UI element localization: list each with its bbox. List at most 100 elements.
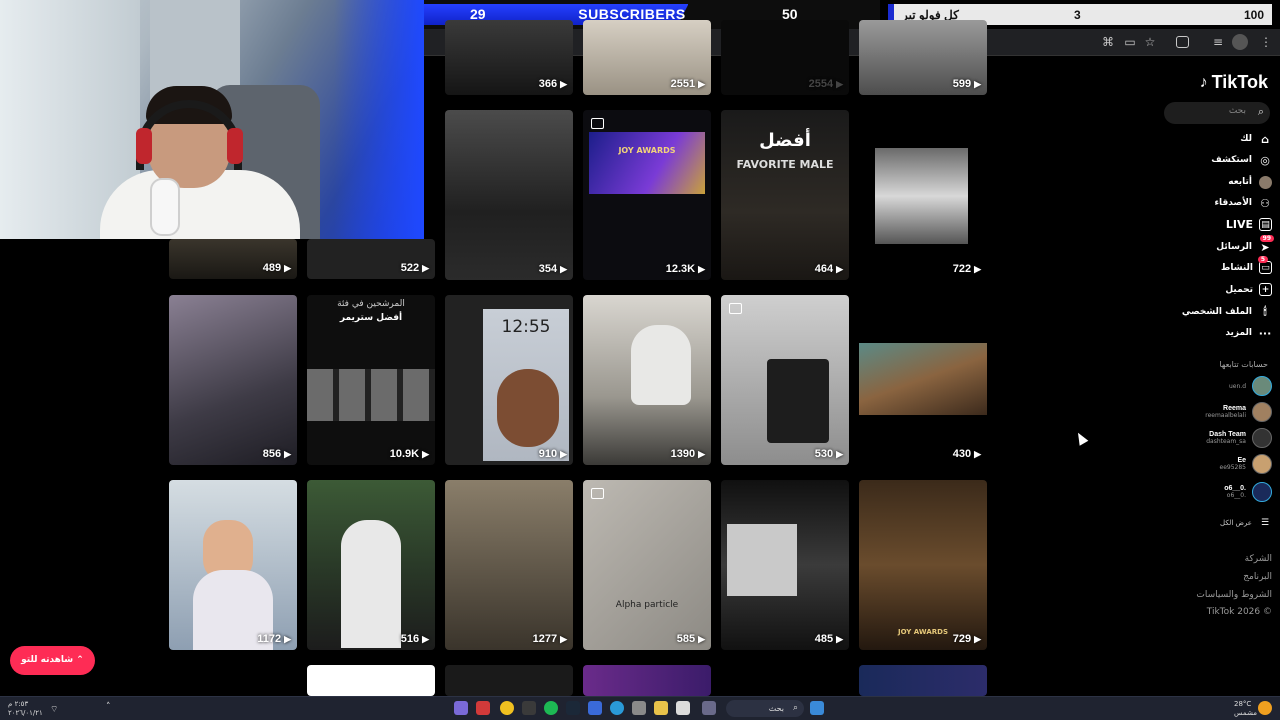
steam-icon[interactable] <box>566 701 580 715</box>
activity-badge: 5 <box>1257 256 1268 263</box>
view-count: 2554 ▶ <box>808 78 843 90</box>
video-tile[interactable]: 2554 ▶ <box>721 20 849 95</box>
taskbar-search[interactable]: بحث ⌕ <box>726 700 804 717</box>
view-count: 464 ▶ <box>814 263 843 275</box>
video-tile[interactable]: 599 ▶ <box>859 20 987 95</box>
profile-avatar-icon[interactable] <box>1232 34 1248 50</box>
windows-taskbar: ٢:٥٣ م ٢٠٢٦/٠١/٢١ ⌔ ˄ بحث ⌕ 28°C مشمس <box>0 696 1280 720</box>
app-icon[interactable] <box>454 701 468 715</box>
cast-icon[interactable]: ▭ <box>1122 34 1138 50</box>
nav-messages[interactable]: الرسائل ➤ 99 <box>1216 235 1274 254</box>
video-tile[interactable]: Alpha particle 585 ▶ <box>583 480 711 650</box>
video-tile[interactable] <box>859 665 987 696</box>
video-tile[interactable]: 530 ▶ <box>721 295 849 465</box>
video-tile[interactable]: 1390 ▶ <box>583 295 711 465</box>
app-icon[interactable] <box>702 701 716 715</box>
footer-company[interactable]: الشركة <box>1245 554 1272 564</box>
video-tile[interactable]: 856 ▶ <box>169 295 297 465</box>
avatar <box>1252 428 1272 448</box>
following-account[interactable]: Ee ee95285 <box>1220 452 1272 476</box>
following-account[interactable]: o6__0. o6__0. <box>1224 480 1272 504</box>
video-tile[interactable]: JOY AWARDS 729 ▶ <box>859 480 987 650</box>
nav-explore[interactable]: استكشف ◎ <box>1211 153 1272 167</box>
photo-carousel-icon <box>591 118 604 129</box>
view-count: 516 ▶ <box>400 633 429 645</box>
blue-light <box>334 0 424 239</box>
following-account[interactable]: Reema reemaalbelali <box>1205 400 1272 424</box>
footer-terms[interactable]: الشروط والسياسات <box>1196 590 1272 600</box>
tiktok-logo[interactable]: ♪ TikTok <box>1200 72 1268 93</box>
taskbar-time[interactable]: ٢:٥٣ م <box>8 700 28 708</box>
video-tile[interactable]: 354 ▶ <box>445 110 573 280</box>
video-tile[interactable]: 366 ▶ <box>445 20 573 95</box>
wifi-icon[interactable]: ⌔ <box>50 704 58 715</box>
bookmark-star-icon[interactable]: ☆ <box>1142 34 1158 50</box>
following-account[interactable]: uen.d <box>1229 374 1272 398</box>
menu-kebab-icon[interactable]: ⋮ <box>1258 34 1274 50</box>
app-icon[interactable] <box>476 701 490 715</box>
nav-more[interactable]: المزيد ··· <box>1225 326 1272 340</box>
footer-program[interactable]: البرنامج <box>1243 572 1272 582</box>
video-tile[interactable] <box>583 665 711 696</box>
video-tile[interactable]: 1172 ▶ <box>169 480 297 650</box>
chrome-icon[interactable] <box>500 701 514 715</box>
video-tile[interactable]: 489 ▶ <box>169 239 297 279</box>
avatar <box>1252 402 1272 422</box>
nav-activity[interactable]: النشاط ▭ 5 <box>1221 256 1272 274</box>
home-icon: ⌂ <box>1261 132 1269 146</box>
nav-friends[interactable]: الأصدقاء ⚇ <box>1214 196 1272 210</box>
windows-start-icon[interactable] <box>810 701 824 715</box>
avatar <box>1252 454 1272 474</box>
taskbar-date[interactable]: ٢٠٢٦/٠١/٢١ <box>8 709 43 717</box>
video-tile[interactable]: المرشحين في فئة أفضل ستريمر 10.9K ▶ <box>307 295 435 465</box>
app-icon[interactable] <box>676 701 690 715</box>
nav-for-you[interactable]: لك ⌂ <box>1240 132 1272 146</box>
view-count: 1390 ▶ <box>670 448 705 460</box>
video-tile[interactable]: 522 ▶ <box>307 239 435 279</box>
spotify-icon[interactable] <box>544 701 558 715</box>
search-placeholder: بحث <box>1228 106 1246 116</box>
weather-temp[interactable]: 28°C <box>1234 700 1251 708</box>
app-icon[interactable] <box>588 701 602 715</box>
video-tile[interactable]: 1277 ▶ <box>445 480 573 650</box>
app-icon[interactable] <box>632 701 646 715</box>
weather-sun-icon[interactable] <box>1258 701 1272 715</box>
show-all-link[interactable]: عرض الكل ☰ <box>1220 516 1272 530</box>
extensions-icon[interactable] <box>1176 36 1189 48</box>
nav-following[interactable]: أتابعه <box>1228 175 1272 189</box>
reading-list-icon[interactable]: ≡ <box>1210 34 1226 50</box>
play-icon: ▶ <box>974 263 981 274</box>
search-input[interactable]: بحث ⌕ <box>1164 102 1270 124</box>
favorite-ar-caption: أفضل <box>759 130 811 151</box>
video-tile[interactable]: 12:55 910 ▶ <box>445 295 573 465</box>
nav-live[interactable]: LIVE ▤ <box>1226 218 1272 231</box>
video-tile[interactable]: 430 ▶ <box>859 295 987 465</box>
video-tile[interactable] <box>445 665 573 696</box>
video-tile[interactable]: أفضل FAVORITE MALE 464 ▶ <box>721 110 849 280</box>
edge-icon[interactable] <box>610 701 624 715</box>
video-tile[interactable]: JOY AWARDS 12.3K ▶ <box>583 110 711 280</box>
mouse-cursor-icon <box>1073 430 1089 446</box>
tray-chevron-icon[interactable]: ˄ <box>106 702 111 712</box>
video-tile[interactable]: 485 ▶ <box>721 480 849 650</box>
app-icon[interactable] <box>522 701 536 715</box>
view-count: 729 ▶ <box>952 633 981 645</box>
messages-badge: 99 <box>1259 235 1274 242</box>
nav-profile[interactable]: الملف الشخصي 🕯 <box>1182 305 1272 319</box>
friends-icon: ⚇ <box>1260 196 1270 210</box>
video-tile[interactable] <box>307 665 435 696</box>
file-explorer-icon[interactable] <box>654 701 668 715</box>
just-watched-button[interactable]: شاهدته للتو ⌃ <box>10 646 95 675</box>
video-tile[interactable]: 516 ▶ <box>307 480 435 650</box>
play-icon: ▶ <box>836 78 843 89</box>
video-tile[interactable]: 722 ▶ <box>859 110 987 280</box>
view-count: 599 ▶ <box>952 78 981 90</box>
view-count: 489 ▶ <box>262 262 291 274</box>
nav-upload[interactable]: تحميل + <box>1225 283 1272 296</box>
translate-icon[interactable]: ⌘ <box>1100 34 1116 50</box>
video-tile[interactable]: 2551 ▶ <box>583 20 711 95</box>
following-account[interactable]: Dash Team dashteam_sa <box>1206 426 1272 450</box>
footer-copyright: TikTok 2026 © <box>1206 607 1272 617</box>
play-icon: ▶ <box>974 78 981 89</box>
play-icon: ▶ <box>836 263 843 274</box>
